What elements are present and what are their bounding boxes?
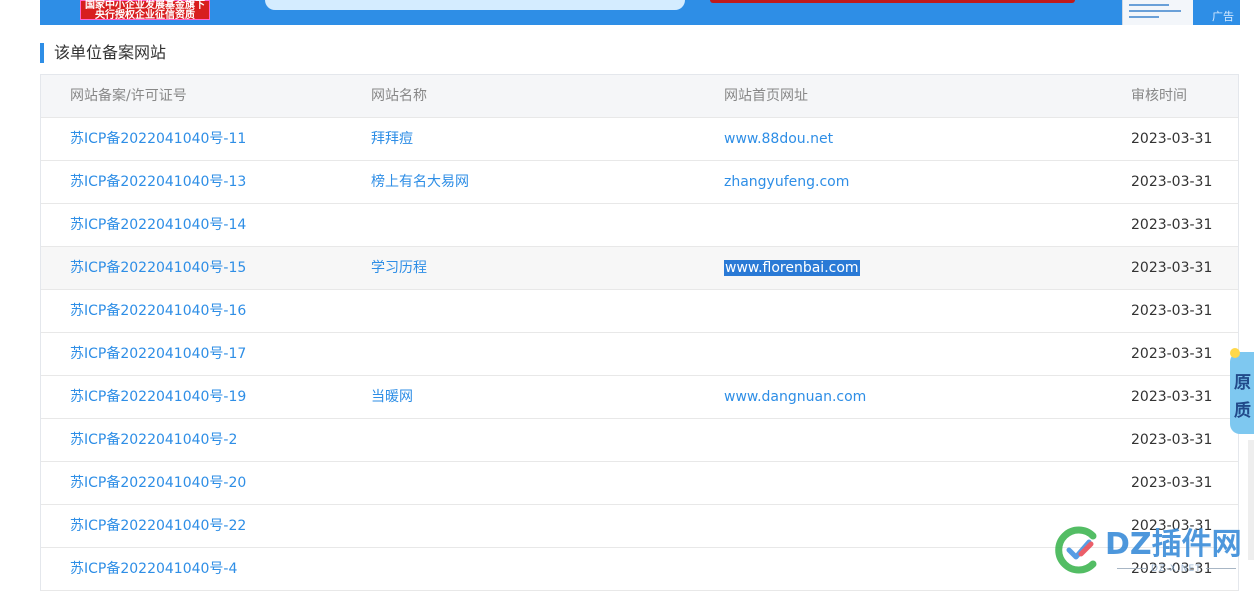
site-url-link[interactable]: www.dangnuan.com: [724, 376, 866, 418]
review-date: 2023-03-31: [1131, 432, 1213, 448]
table-row: 苏ICP备2022041040号-19 当暖网 www.dangnuan.com…: [41, 376, 1238, 419]
watermark-subtext: DZ-X.NET: [1113, 564, 1240, 574]
license-link[interactable]: 苏ICP备2022041040号-13: [70, 161, 246, 203]
license-link[interactable]: 苏ICP备2022041040号-14: [70, 204, 246, 246]
watermark-text: DZ插件网: [1105, 527, 1242, 562]
review-date: 2023-03-31: [1131, 260, 1213, 276]
ad-button-shape: [710, 0, 1075, 3]
ad-thumbnail: [1122, 0, 1193, 25]
ad-badge-line2: 央行授权企业征信资质: [95, 10, 195, 21]
site-name-link[interactable]: 榜上有名大易网: [371, 161, 469, 203]
column-header-site-name: 网站名称: [371, 88, 427, 104]
table-row: 苏ICP备2022041040号-15 学习历程 www.florenbai.c…: [41, 247, 1238, 290]
widget-dot-icon: [1230, 348, 1240, 358]
column-header-review-date: 审核时间: [1131, 88, 1187, 104]
license-link[interactable]: 苏ICP备2022041040号-20: [70, 462, 246, 504]
table-row: 苏ICP备2022041040号-14 2023-03-31: [41, 204, 1238, 247]
site-watermark: DZ插件网 DZ-X.NET: [1055, 522, 1254, 582]
table-row: 苏ICP备2022041040号-20 2023-03-31: [41, 462, 1238, 505]
selected-url-text[interactable]: www.florenbai.com: [724, 260, 860, 276]
table-header-row: 网站备案/许可证号 网站名称 网站首页网址 审核时间: [41, 75, 1238, 118]
review-date: 2023-03-31: [1131, 389, 1213, 405]
watermark-logo-icon: [1055, 526, 1097, 574]
license-link[interactable]: 苏ICP备2022041040号-4: [70, 548, 237, 590]
license-link[interactable]: 苏ICP备2022041040号-15: [70, 247, 246, 289]
table-row: 苏ICP备2022041040号-13 榜上有名大易网 zhangyufeng.…: [41, 161, 1238, 204]
review-date: 2023-03-31: [1131, 131, 1213, 147]
review-date: 2023-03-31: [1131, 475, 1213, 491]
ad-headline-shape: [265, 0, 685, 10]
site-name-link[interactable]: 当暖网: [371, 376, 413, 418]
review-date: 2023-03-31: [1131, 346, 1213, 362]
review-date: 2023-03-31: [1131, 303, 1213, 319]
license-link[interactable]: 苏ICP备2022041040号-2: [70, 419, 237, 461]
table-row: 苏ICP备2022041040号-2 2023-03-31: [41, 419, 1238, 462]
license-link[interactable]: 苏ICP备2022041040号-16: [70, 290, 246, 332]
review-date: 2023-03-31: [1131, 217, 1213, 233]
site-name-link[interactable]: 学习历程: [371, 247, 427, 289]
widget-text-line1: 原: [1234, 373, 1251, 393]
license-link[interactable]: 苏ICP备2022041040号-19: [70, 376, 246, 418]
review-date: 2023-03-31: [1131, 174, 1213, 190]
column-header-home-url: 网站首页网址: [724, 88, 808, 104]
site-url-link[interactable]: www.florenbai.com: [724, 247, 860, 289]
column-header-license: 网站备案/许可证号: [70, 88, 187, 104]
ad-label: 广告: [1212, 10, 1234, 23]
filing-table: 网站备案/许可证号 网站名称 网站首页网址 审核时间 苏ICP备20220410…: [40, 74, 1239, 591]
section-title: 该单位备案网站: [40, 43, 166, 63]
site-url-link[interactable]: www.88dou.net: [724, 118, 833, 160]
top-ad-banner[interactable]: 国家中小企业发展基金旗下 央行授权企业征信资质 广告: [40, 0, 1240, 25]
ad-badge: 国家中小企业发展基金旗下 央行授权企业征信资质: [80, 0, 210, 21]
table-row: 苏ICP备2022041040号-16 2023-03-31: [41, 290, 1238, 333]
site-name-link[interactable]: 拜拜痘: [371, 118, 413, 160]
table-row: 苏ICP备2022041040号-17 2023-03-31: [41, 333, 1238, 376]
license-link[interactable]: 苏ICP备2022041040号-17: [70, 333, 246, 375]
site-url-link[interactable]: zhangyufeng.com: [724, 161, 849, 203]
license-link[interactable]: 苏ICP备2022041040号-22: [70, 505, 246, 547]
floating-side-widget[interactable]: 原 质: [1230, 348, 1254, 434]
widget-text-line2: 质: [1234, 401, 1251, 421]
license-link[interactable]: 苏ICP备2022041040号-11: [70, 118, 246, 160]
table-row: 苏ICP备2022041040号-11 拜拜痘 www.88dou.net 20…: [41, 118, 1238, 161]
